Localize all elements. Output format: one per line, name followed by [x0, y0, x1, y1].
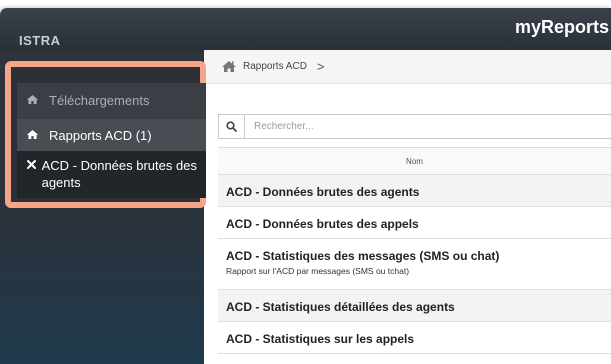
close-icon[interactable] — [27, 160, 37, 169]
home-icon[interactable] — [221, 60, 237, 73]
table-row[interactable]: ACD - Statistiques des messages (SMS ou … — [218, 239, 611, 290]
row-title: ACD - Statistiques détaillées des agents — [226, 300, 455, 314]
table-row[interactable]: ACD - Données brutes des agents — [218, 175, 611, 207]
top-bar: ISTRA by Evolnov myReports — [0, 8, 611, 59]
row-title: ACD - Données brutes des appels — [226, 217, 419, 231]
logo: ISTRA — [19, 33, 61, 48]
sidebar-highlight-box: Téléchargements Rapports ACD (1) ACD - D… — [5, 61, 206, 208]
sidebar-item-label: Rapports ACD (1) — [49, 128, 152, 143]
row-description: Rapport sur l'ACD par messages (SMS ou t… — [226, 266, 410, 276]
home-icon — [26, 94, 42, 105]
breadcrumb: Rapports ACD > — [204, 50, 611, 84]
row-title: ACD - Statistiques des messages (SMS ou … — [226, 249, 500, 263]
row-title: ACD - Données brutes des agents — [226, 185, 420, 199]
breadcrumb-item-rapports-acd[interactable]: Rapports ACD — [243, 61, 307, 72]
sidebar-item-telechargements[interactable]: Téléchargements — [17, 83, 206, 119]
sidebar-item-label: ACD - Données brutes des agents — [41, 158, 197, 190]
search-input[interactable] — [254, 121, 584, 132]
search-box — [218, 114, 611, 139]
row-title: ACD - Statistiques sur les appels — [226, 332, 415, 346]
reports-table: Nom ACD - Données brutes des agents ACD … — [218, 147, 611, 354]
breadcrumb-separator-icon: > — [316, 59, 325, 74]
table-header-nom[interactable]: Nom — [218, 147, 611, 175]
sidebar-item-label: Téléchargements — [49, 93, 150, 108]
sidebar-item-rapports-acd[interactable]: Rapports ACD (1) — [17, 119, 206, 151]
home-icon — [26, 129, 42, 140]
table-row[interactable]: ACD - Données brutes des appels — [218, 207, 611, 239]
main-content: Rapports ACD > Nom ACD - Données brutes … — [204, 50, 611, 364]
search-icon[interactable] — [219, 115, 245, 138]
sidebar-item-acd-donnees-brutes-agents[interactable]: ACD - Données brutes des agents — [17, 151, 206, 198]
app-title: myReports — [514, 17, 609, 37]
table-row[interactable]: ACD - Statistiques sur les appels — [218, 322, 611, 354]
table-row[interactable]: ACD - Statistiques détaillées des agents — [218, 290, 611, 322]
